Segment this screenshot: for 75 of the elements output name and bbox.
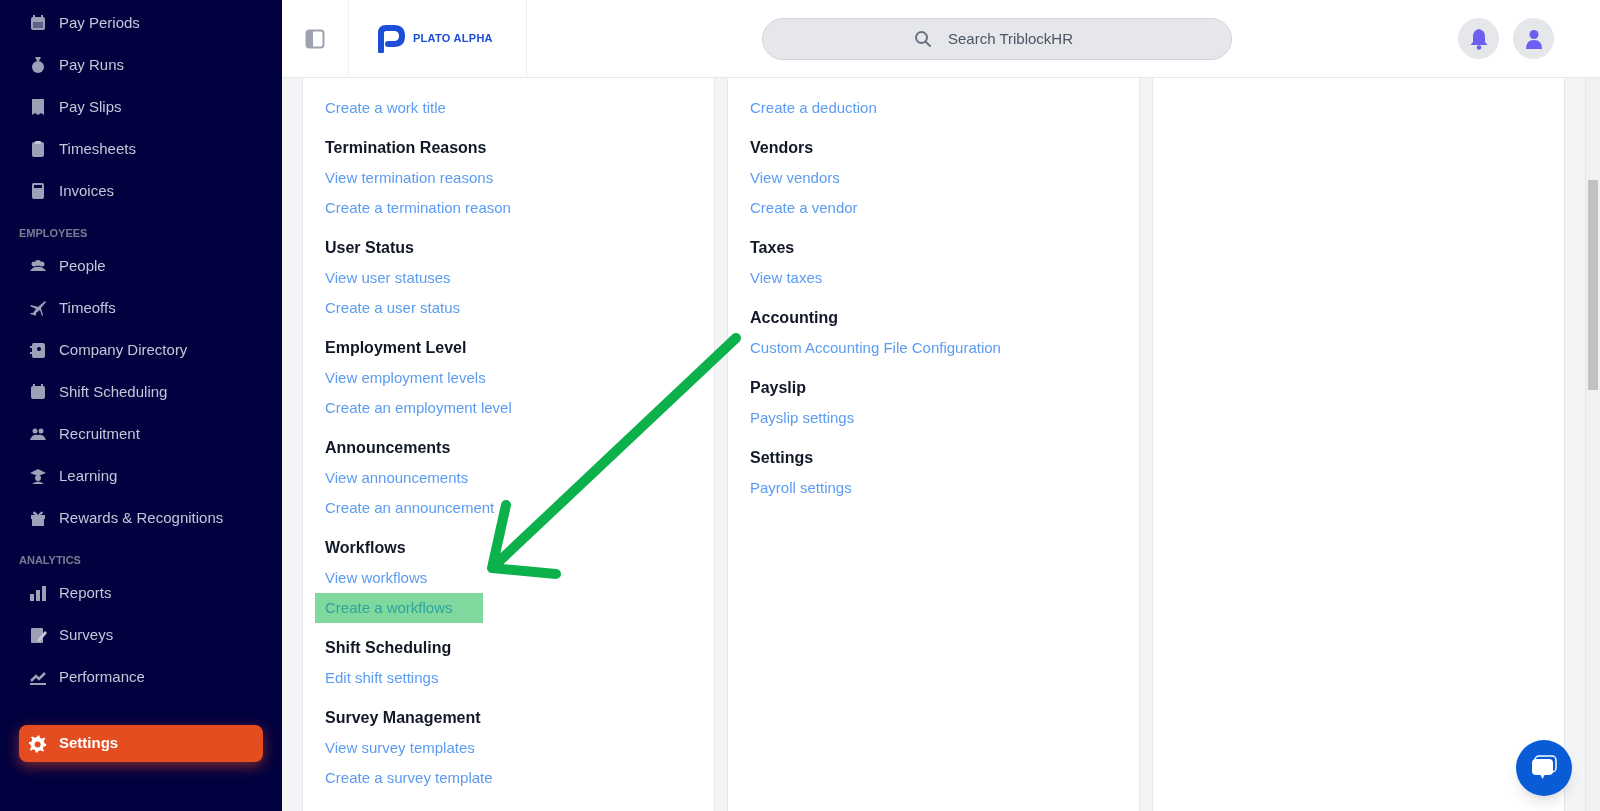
calendar-icon: [29, 383, 47, 401]
nav-item[interactable]: Shift Scheduling: [19, 371, 263, 413]
receipt-icon: [29, 98, 47, 116]
section-heading: Vendors: [750, 138, 814, 158]
nav-item[interactable]: Pay Periods: [19, 2, 263, 44]
settings-link[interactable]: Payslip settings: [750, 403, 855, 433]
section-heading: Announcements: [325, 438, 451, 458]
graduate-icon: [29, 467, 47, 485]
nav-item[interactable]: Pay Slips: [19, 86, 263, 128]
nav-item[interactable]: Learning: [19, 455, 263, 497]
nav-item[interactable]: Timesheets: [19, 128, 263, 170]
settings-link[interactable]: Create a user status: [325, 293, 461, 323]
settings-link[interactable]: Payroll settings: [750, 473, 852, 503]
settings-link[interactable]: Create a survey template: [325, 763, 493, 793]
settings-link[interactable]: Create a vendor: [750, 193, 858, 223]
nav-item[interactable]: Performance: [19, 656, 263, 698]
settings-link[interactable]: Create an announcement: [325, 493, 495, 523]
section-heading: Survey Management: [325, 708, 481, 728]
settings-link[interactable]: Create a termination reason: [325, 193, 511, 223]
profile-button[interactable]: [1513, 18, 1554, 59]
sidebar-toggle-icon[interactable]: [305, 28, 325, 49]
settings-link[interactable]: View workflows: [325, 563, 428, 593]
nav-item[interactable]: Pay Runs: [19, 44, 263, 86]
clipboard-icon: [29, 140, 47, 158]
search-field[interactable]: Search TriblockHR: [761, 17, 1232, 60]
settings-link[interactable]: View employment levels: [325, 363, 486, 393]
logo-text: PLATO ALPHA: [413, 31, 493, 47]
nav-item[interactable]: Invoices: [19, 170, 263, 212]
settings-link[interactable]: Edit shift settings: [325, 663, 439, 693]
section-heading: Employment Level: [325, 338, 467, 358]
section-label: EMPLOYEES: [18, 226, 89, 241]
nav-item[interactable]: Timeoffs: [19, 287, 263, 329]
nav-item[interactable]: Reports: [19, 572, 263, 614]
settings-link[interactable]: Create a workflows: [315, 593, 483, 623]
settings-link[interactable]: View termination reasons: [325, 163, 494, 193]
section-heading: Workflows: [325, 538, 406, 558]
nav-item[interactable]: Settings: [19, 725, 263, 762]
settings-link[interactable]: View survey templates: [325, 733, 475, 763]
settings-link[interactable]: View vendors: [750, 163, 840, 193]
scrollbar[interactable]: [1585, 78, 1600, 811]
chat-bubble-icon: [1530, 755, 1558, 781]
section-label: ANALYTICS: [18, 553, 82, 568]
bell-icon: [1468, 27, 1489, 50]
nav-item[interactable]: Company Directory: [19, 329, 263, 371]
money-bag-icon: [29, 56, 47, 74]
settings-link[interactable]: View user statuses: [325, 263, 451, 293]
calculator-icon: [29, 182, 47, 200]
logo-icon: [377, 24, 405, 53]
nav-item[interactable]: Recruitment: [19, 413, 263, 455]
settings-icon: [29, 734, 47, 753]
contact-card-icon: [29, 341, 47, 359]
settings-link[interactable]: View taxes: [750, 263, 823, 293]
section-heading: Accounting: [750, 308, 838, 328]
settings-link[interactable]: Create an employment level: [325, 393, 512, 423]
bar-chart-icon: [29, 584, 47, 602]
notifications-button[interactable]: [1458, 18, 1499, 59]
section-heading: User Status: [325, 238, 414, 258]
user-icon: [1524, 28, 1543, 49]
search-icon: [913, 29, 932, 48]
settings-link[interactable]: Custom Accounting File Configuration: [750, 333, 1001, 363]
airplane-icon: [29, 299, 47, 317]
settings-link[interactable]: Create a deduction: [750, 93, 877, 123]
nav-item[interactable]: Surveys: [19, 614, 263, 656]
nav-item[interactable]: Rewards & Recognitions: [19, 497, 263, 539]
edit-document-icon: [29, 626, 47, 644]
settings-link[interactable]: View announcements: [325, 463, 469, 493]
section-heading: Shift Scheduling: [325, 638, 452, 658]
section-heading: Termination Reasons: [325, 138, 487, 158]
gift-icon: [29, 509, 47, 527]
settings-link[interactable]: Create a work title: [325, 93, 446, 123]
calendar-icon: [29, 14, 47, 32]
section-heading: Settings: [750, 448, 814, 468]
section-heading: Taxes: [750, 238, 795, 258]
section-heading: Payslip: [750, 378, 807, 398]
nav-item[interactable]: People: [19, 245, 263, 287]
